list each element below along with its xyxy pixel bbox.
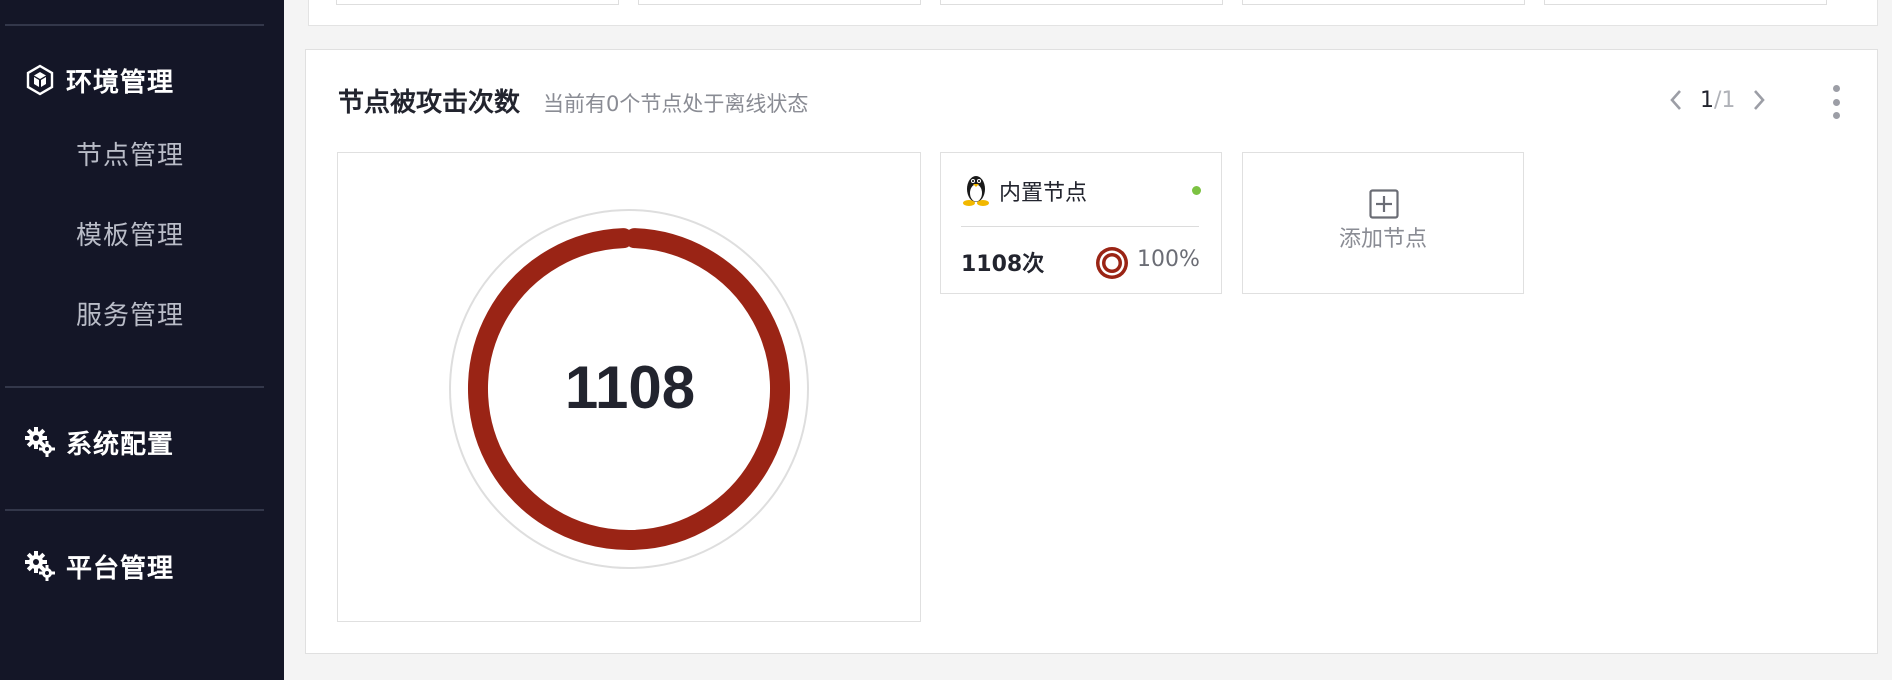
gears-icon bbox=[24, 550, 56, 582]
top-stats-panel bbox=[308, 0, 1878, 26]
sidebar-divider bbox=[5, 509, 264, 511]
sidebar: 环境管理 节点管理 模板管理 服务管理 系统配置 平台管理 bbox=[0, 0, 284, 680]
sidebar-group-label: 系统配置 bbox=[66, 429, 175, 460]
top-stat-card bbox=[638, 0, 921, 5]
sidebar-group-label: 环境管理 bbox=[66, 67, 175, 98]
top-stat-card bbox=[940, 0, 1223, 5]
node-card-header: 内置节点 bbox=[961, 171, 1201, 211]
more-options-icon[interactable] bbox=[1824, 82, 1848, 122]
top-stat-card bbox=[1544, 0, 1827, 5]
node-attack-count: 1108次 bbox=[961, 252, 1045, 277]
top-stat-card bbox=[1242, 0, 1525, 5]
panel-title: 节点被攻击次数 bbox=[338, 88, 521, 118]
node-attack-panel: 节点被攻击次数 当前有0个节点处于离线状态 1 /1 1108 内置节点 110… bbox=[305, 49, 1878, 654]
plus-square-icon bbox=[1369, 189, 1399, 219]
pager: 1 /1 bbox=[1662, 84, 1773, 116]
node-attack-percent: 100% bbox=[1137, 247, 1200, 272]
add-node-button[interactable]: 添加节点 bbox=[1242, 152, 1524, 294]
top-stat-card bbox=[336, 0, 619, 5]
add-node-label: 添加节点 bbox=[1338, 227, 1427, 252]
sidebar-group-platform[interactable]: 平台管理 bbox=[24, 546, 174, 586]
node-percent-ring-icon bbox=[1096, 247, 1128, 279]
total-attacks-value: 1108 bbox=[564, 354, 696, 421]
sidebar-group-label: 平台管理 bbox=[66, 553, 175, 584]
sidebar-divider bbox=[5, 386, 264, 388]
total-attacks-card: 1108 bbox=[337, 152, 921, 622]
sidebar-item-service-management[interactable]: 服务管理 bbox=[76, 296, 184, 336]
pager-current: 1 bbox=[1700, 87, 1714, 113]
sidebar-divider bbox=[5, 24, 264, 26]
gears-icon bbox=[24, 426, 56, 458]
panel-subtitle: 当前有0个节点处于离线状态 bbox=[543, 92, 809, 116]
linux-penguin-icon bbox=[961, 171, 991, 211]
sidebar-item-node-management[interactable]: 节点管理 bbox=[76, 136, 184, 176]
chevron-left-icon[interactable] bbox=[1662, 84, 1690, 116]
chevron-right-icon[interactable] bbox=[1745, 84, 1773, 116]
hexagon-cube-icon bbox=[24, 64, 56, 96]
sidebar-item-template-management[interactable]: 模板管理 bbox=[76, 216, 184, 256]
node-name: 内置节点 bbox=[999, 181, 1088, 206]
node-card[interactable]: 内置节点 1108次 100% bbox=[940, 152, 1222, 294]
online-status-dot bbox=[1192, 186, 1201, 195]
divider bbox=[961, 226, 1199, 227]
sidebar-group-environment[interactable]: 环境管理 bbox=[24, 60, 174, 100]
sidebar-group-system-config[interactable]: 系统配置 bbox=[24, 422, 174, 462]
pager-total: /1 bbox=[1714, 87, 1736, 113]
